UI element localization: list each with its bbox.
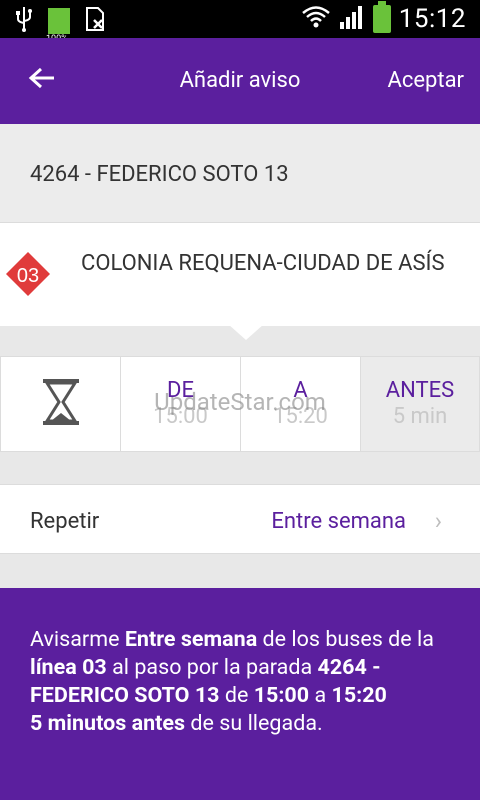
stop-row: 4264 - FEDERICO SOTO 13 [0, 124, 480, 223]
repeat-value: Entre semana [271, 509, 406, 534]
line-pointer [228, 324, 264, 340]
status-bar-right: 15:12 [301, 1, 466, 34]
repeat-row[interactable]: Repetir Entre semana › [0, 484, 480, 554]
summary-text-part: Avisarme [30, 627, 125, 652]
summary-text-part: al paso por la parada [106, 655, 318, 680]
usb-icon [14, 6, 34, 36]
to-time-label: A [293, 378, 308, 403]
from-time-picker[interactable]: DE 15:00 [120, 356, 240, 452]
accept-button[interactable]: Aceptar [387, 68, 464, 93]
to-time-picker[interactable]: A 15:20 [240, 356, 360, 452]
summary-before: 5 minutos antes [30, 711, 186, 736]
summary-text: Avisarme Entre semana de los buses de la… [30, 626, 450, 738]
summary-text-part: a [309, 683, 332, 708]
summary-from: 15:00 [253, 683, 310, 708]
summary-text-part: de [219, 683, 254, 708]
before-time-value: 5 min [392, 404, 448, 429]
time-settings-row: DE 15:00 A 15:20 ANTES 5 min [0, 356, 480, 452]
chevron-right-icon: › [434, 507, 442, 535]
sim-blocked-icon [84, 6, 106, 36]
line-badge-number: 03 [17, 265, 39, 287]
line-badge: 03 [5, 251, 51, 297]
app-bar: Añadir aviso Aceptar [0, 38, 480, 124]
summary-panel: Avisarme Entre semana de los buses de la… [0, 588, 480, 800]
status-time: 15:12 [398, 4, 466, 34]
hourglass-cell [0, 356, 120, 452]
summary-text-part: de su llegada. [185, 711, 323, 736]
summary-to: 15:20 [331, 683, 387, 708]
hourglass-icon [41, 377, 81, 431]
status-bar-left: 100% [14, 6, 106, 44]
line-name: COLONIA REQUENA-CIUDAD DE ASÍS [81, 251, 445, 276]
to-time-value: 15:20 [273, 404, 328, 429]
from-time-value: 15:00 [153, 404, 208, 429]
signal-icon [339, 4, 365, 34]
from-time-label: DE [167, 378, 194, 403]
battery-full-icon: 100% [46, 8, 70, 44]
before-time-label: ANTES [385, 378, 455, 403]
battery-icon [372, 1, 391, 33]
repeat-label: Repetir [30, 509, 100, 534]
before-time-picker[interactable]: ANTES 5 min [360, 356, 480, 452]
wifi-icon [301, 4, 331, 34]
summary-line: línea 03 [30, 655, 107, 680]
summary-text-part: de los buses de la [257, 627, 434, 652]
status-bar: 100% 15:12 [0, 0, 480, 44]
stop-label: 4264 - FEDERICO SOTO 13 [30, 162, 289, 187]
summary-repeat: Entre semana [124, 627, 258, 652]
